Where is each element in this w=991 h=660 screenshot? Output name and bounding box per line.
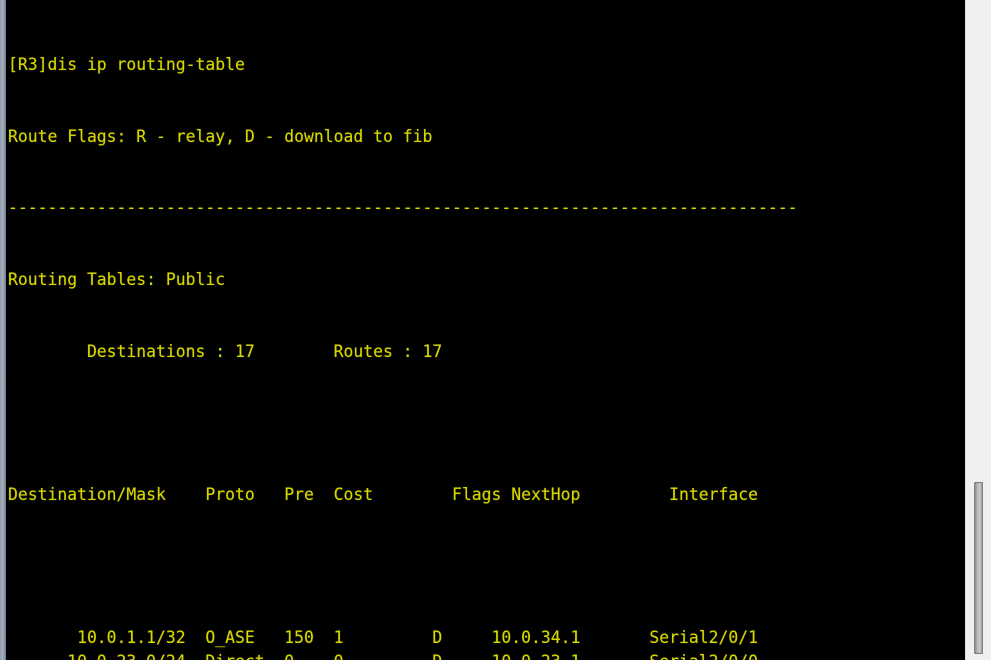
route-flags-line: Route Flags: R - relay, D - download to …	[8, 126, 433, 146]
table-row: 10.0.1.1/32 O_ASE 150 1 D 10.0.34.1 Seri…	[8, 628, 758, 648]
summary-line: Destinations : 17 Routes : 17	[8, 341, 443, 361]
terminal-output-area[interactable]: [R3]dis ip routing-table Route Flags: R …	[6, 0, 965, 660]
terminal-window: [R3]dis ip routing-table Route Flags: R …	[0, 0, 991, 660]
route-table-rows: 10.0.1.1/32 O_ASE 150 1 D 10.0.34.1 Seri…	[8, 626, 797, 660]
table-header-line: Destination/Mask Proto Pre Cost Flags Ne…	[8, 485, 758, 505]
table-row: 10.0.23.0/24 Direct 0 0 D 10.0.23.1 Seri…	[8, 650, 797, 660]
separator-line: ----------------------------------------…	[8, 198, 798, 218]
scrollbar-thumb[interactable]	[974, 482, 983, 654]
routing-tables-line: Routing Tables: Public	[8, 269, 226, 289]
vertical-scrollbar[interactable]	[965, 0, 991, 660]
terminal-screen: [R3]dis ip routing-table Route Flags: R …	[8, 5, 797, 660]
command-line: [R3]dis ip routing-table	[8, 54, 245, 74]
